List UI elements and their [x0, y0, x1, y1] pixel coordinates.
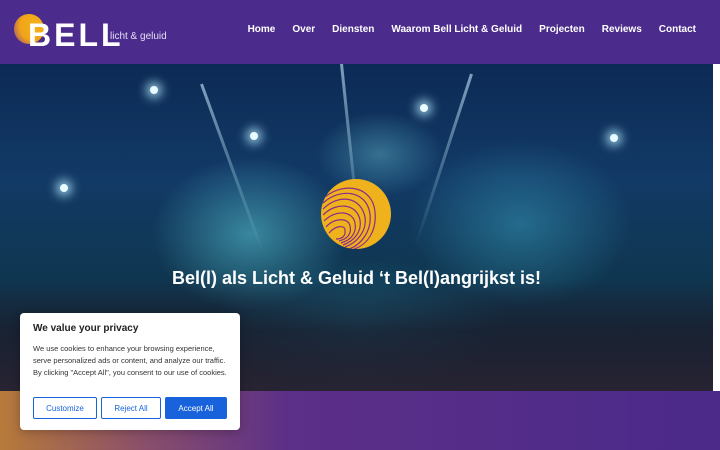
nav-projecten[interactable]: Projecten	[539, 24, 585, 35]
nav-over[interactable]: Over	[292, 24, 315, 35]
nav-diensten[interactable]: Diensten	[332, 24, 374, 35]
cookie-button-row: Customize Reject All Accept All	[33, 397, 227, 419]
hero-emblem-icon	[321, 179, 391, 249]
light-beam	[414, 73, 473, 246]
accept-all-button[interactable]: Accept All	[165, 397, 227, 419]
logo-tagline: licht & geluid	[110, 31, 167, 42]
nav-contact[interactable]: Contact	[659, 24, 696, 35]
nav-home[interactable]: Home	[248, 24, 276, 35]
stage-light	[420, 104, 428, 112]
main-nav: Home Over Diensten Waarom Bell Licht & G…	[231, 24, 696, 35]
hero-title: Bel(l) als Licht & Geluid ‘t Bel(l)angri…	[171, 268, 542, 288]
cookie-description: We use cookies to enhance your browsing …	[33, 344, 227, 377]
stage-light	[150, 86, 158, 94]
site-header: BELL licht & geluid Home Over Diensten W…	[0, 0, 720, 64]
cookie-title: We value your privacy	[33, 323, 139, 334]
nav-reviews[interactable]: Reviews	[602, 24, 642, 35]
customize-button[interactable]: Customize	[33, 397, 97, 419]
light-beam	[200, 83, 265, 254]
stage-light	[610, 134, 618, 142]
nav-waarom[interactable]: Waarom Bell Licht & Geluid	[391, 24, 522, 35]
cookie-consent-banner: We value your privacy We use cookies to …	[20, 313, 240, 430]
reject-all-button[interactable]: Reject All	[101, 397, 161, 419]
stage-light	[60, 184, 68, 192]
page-scrollbar[interactable]	[713, 64, 720, 391]
site-logo[interactable]: BELL licht & geluid	[14, 14, 167, 52]
stage-light	[250, 132, 258, 140]
